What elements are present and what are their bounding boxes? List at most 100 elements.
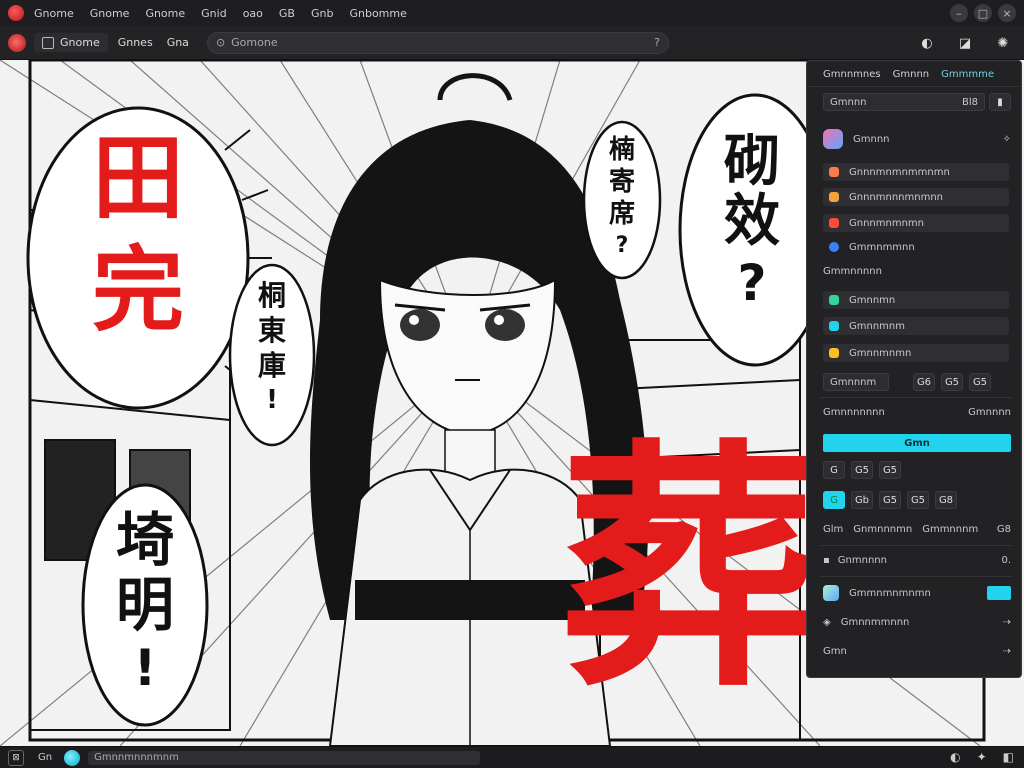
filter-icon: ◈ (823, 617, 831, 628)
panel-row-h-label: Gmnnmmnnn (840, 617, 910, 628)
icon-row-2-button-3[interactable]: G5 (879, 491, 901, 509)
layer-item-6[interactable]: Gmnnmnm (823, 317, 1009, 335)
status-panel-icon[interactable]: ◧ (1003, 750, 1014, 764)
panel-row-f-value[interactable]: 0. (1001, 555, 1011, 566)
layer-swatch-icon (829, 167, 839, 177)
menu-item-4[interactable]: Gnid (201, 7, 227, 20)
status-bar: ⊠ Gn Gmnnmnnnmnm ◐ ✦ ◧ (0, 746, 1024, 768)
document-icon (42, 36, 54, 49)
app-logo-icon[interactable] (8, 5, 24, 21)
icon-row-1-button-2[interactable]: G5 (851, 461, 873, 479)
panel-row-d-value[interactable]: Gmnnnn (968, 407, 1011, 418)
menu-item-1[interactable]: Gnome (34, 7, 74, 20)
panel-row-e-item-4[interactable]: G8 (997, 524, 1011, 535)
icon-row-1-button-3[interactable]: G5 (879, 461, 901, 479)
panel-row-g[interactable]: Gmmnmnmnmn (823, 585, 1011, 601)
icon-row-2-button-5[interactable]: G8 (935, 491, 957, 509)
panel-row-c-field[interactable]: Gmnnnm (823, 373, 889, 391)
menu-item-6[interactable]: GB (279, 7, 295, 20)
layer-item-3[interactable]: Gnnnmnmnmn (823, 214, 1009, 232)
bubble-left-bottom-char-1: 埼 (116, 506, 174, 574)
divider (819, 545, 1013, 546)
icon-row-2-button-2[interactable]: Gb (851, 491, 873, 509)
layer-item-5[interactable]: Gmnnmn (823, 291, 1009, 309)
panel-tabs: Gmnnmnes Gmnnn Gmmmme (807, 61, 1021, 87)
app-home-icon[interactable] (8, 33, 26, 52)
primary-action-button[interactable]: Gmn (823, 434, 1011, 452)
icon-row-2-button-1[interactable]: G (823, 491, 845, 509)
big-red-char: 葬 (560, 420, 820, 722)
menu-item-3[interactable]: Gnome (145, 7, 185, 20)
bubble-left-mid-char-4: ! (266, 385, 278, 415)
panel-row-d-label: Gmnnnnnnn (823, 407, 885, 418)
tool-button-3[interactable]: G5 (969, 373, 991, 391)
search-icon: ⊙ (215, 36, 226, 49)
panel-row-e-item-1[interactable]: Glm (823, 524, 843, 535)
status-indicator-icon[interactable] (64, 749, 81, 766)
toolbar-item-1[interactable]: Gnnes (118, 36, 153, 49)
bubble-right-char-2: 效 (724, 189, 780, 254)
menu-item-5[interactable]: oao (243, 7, 263, 20)
app-window: Gnome Gnome Gnome Gnid oao GB Gnb Gnbomm… (0, 0, 1024, 768)
toolbar: Gnome Gnnes Gna ⊙ Gomone ? ◐ ◪ ✺ (0, 26, 1024, 60)
status-toggle-button[interactable]: ⊠ (8, 749, 24, 766)
properties-panel: Gmnnmnes Gmnnn Gmmmme Gmnnn Bl8 ▮ Gmnnn … (806, 60, 1022, 678)
bubble-left-bottom-char-3: ! (134, 639, 157, 697)
panel-row-e-item-3[interactable]: Gmmnnnm (922, 524, 978, 535)
layer-item-1[interactable]: Gnnnmnmnmmnmn (823, 163, 1009, 181)
panel-tab-3[interactable]: Gmmmme (941, 69, 994, 80)
layer-swatch-icon (829, 348, 839, 358)
menu-bar: Gnome Gnome Gnome Gnid oao GB Gnb Gnbomm… (0, 0, 1024, 26)
arrow-icon[interactable]: ⇢ (1003, 646, 1011, 657)
panel-search-suffix: Bl8 (961, 96, 978, 108)
bubble-center-char-4: ? (616, 233, 629, 258)
bubble-left-bottom-char-2: 明 (116, 571, 174, 639)
panel-row-i[interactable]: Gmn ⇢ (823, 646, 1011, 657)
document-tab[interactable]: Gnome (34, 33, 108, 52)
icon-row-2-button-4[interactable]: G5 (907, 491, 929, 509)
layer-group-header[interactable]: Gmnnn ✧ (823, 129, 1011, 149)
panel-row-e-item-2[interactable]: Gnmnnnmn (853, 524, 912, 535)
layer-item-7[interactable]: Gmnnmnmn (823, 344, 1009, 362)
panel-row-h[interactable]: ◈ Gmnnmmnnn ⇢ (823, 617, 1011, 628)
toolbar-search[interactable]: ⊙ Gomone ? (206, 31, 669, 54)
arrow-icon[interactable]: ⇢ (1003, 617, 1011, 628)
panel-search-row: Gmnnn Bl8 ▮ (823, 93, 1011, 111)
help-icon[interactable]: ? (654, 36, 660, 49)
layer-item-2[interactable]: Gnnnmnnnmnmnn (823, 188, 1009, 206)
icon-row-1-button-1[interactable]: G (823, 461, 845, 479)
texture-icon (823, 585, 839, 601)
effects-icon[interactable]: ✺ (992, 32, 1014, 54)
bubble-right-char-1: 砌 (724, 129, 780, 194)
menu-item-2[interactable]: Gnome (90, 7, 130, 20)
status-field[interactable]: Gmnnmnnnmnm (88, 750, 481, 765)
panel-row-e: Glm Gnmnnnmn Gmmnnnm G8 (823, 524, 1011, 535)
sparkle-icon[interactable]: ✧ (1003, 134, 1011, 145)
layer-item-4[interactable]: Gmmnmmnn (823, 238, 1009, 256)
menu-item-8[interactable]: Gnbomme (349, 7, 406, 20)
close-button[interactable]: × (998, 4, 1016, 22)
status-theme-icon[interactable]: ◐ (950, 750, 960, 764)
tool-button-2[interactable]: G5 (941, 373, 963, 391)
status-star-icon[interactable]: ✦ (977, 750, 987, 764)
panel-tab-1[interactable]: Gmnnmnes (823, 69, 881, 80)
toolbar-item-2[interactable]: Gna (167, 36, 189, 49)
minimize-button[interactable]: – (950, 4, 968, 22)
layer-label: Gnnnmnmnmmnmn (849, 166, 950, 178)
menu-item-7[interactable]: Gnb (311, 7, 333, 20)
divider (819, 576, 1013, 577)
layout-icon[interactable]: ◪ (954, 32, 976, 54)
status-text: Gn (38, 752, 53, 763)
toggle-switch[interactable] (987, 586, 1011, 600)
panel-search-input[interactable]: Gmnnn Bl8 (823, 93, 985, 111)
tool-button-1[interactable]: G6 (913, 373, 935, 391)
panel-tab-2[interactable]: Gmnnn (893, 69, 930, 80)
theme-icon[interactable]: ◐ (916, 32, 938, 54)
layer-group-label: Gmnnn (853, 133, 890, 145)
divider (819, 397, 1013, 398)
maximize-button[interactable]: □ (974, 4, 992, 22)
panel-pin-button[interactable]: ▮ (989, 93, 1011, 111)
layer-swatch-icon (829, 295, 839, 305)
icon-row-2: G Gb G5 G5 G8 (823, 491, 1011, 509)
search-input[interactable]: Gomone (231, 36, 654, 49)
